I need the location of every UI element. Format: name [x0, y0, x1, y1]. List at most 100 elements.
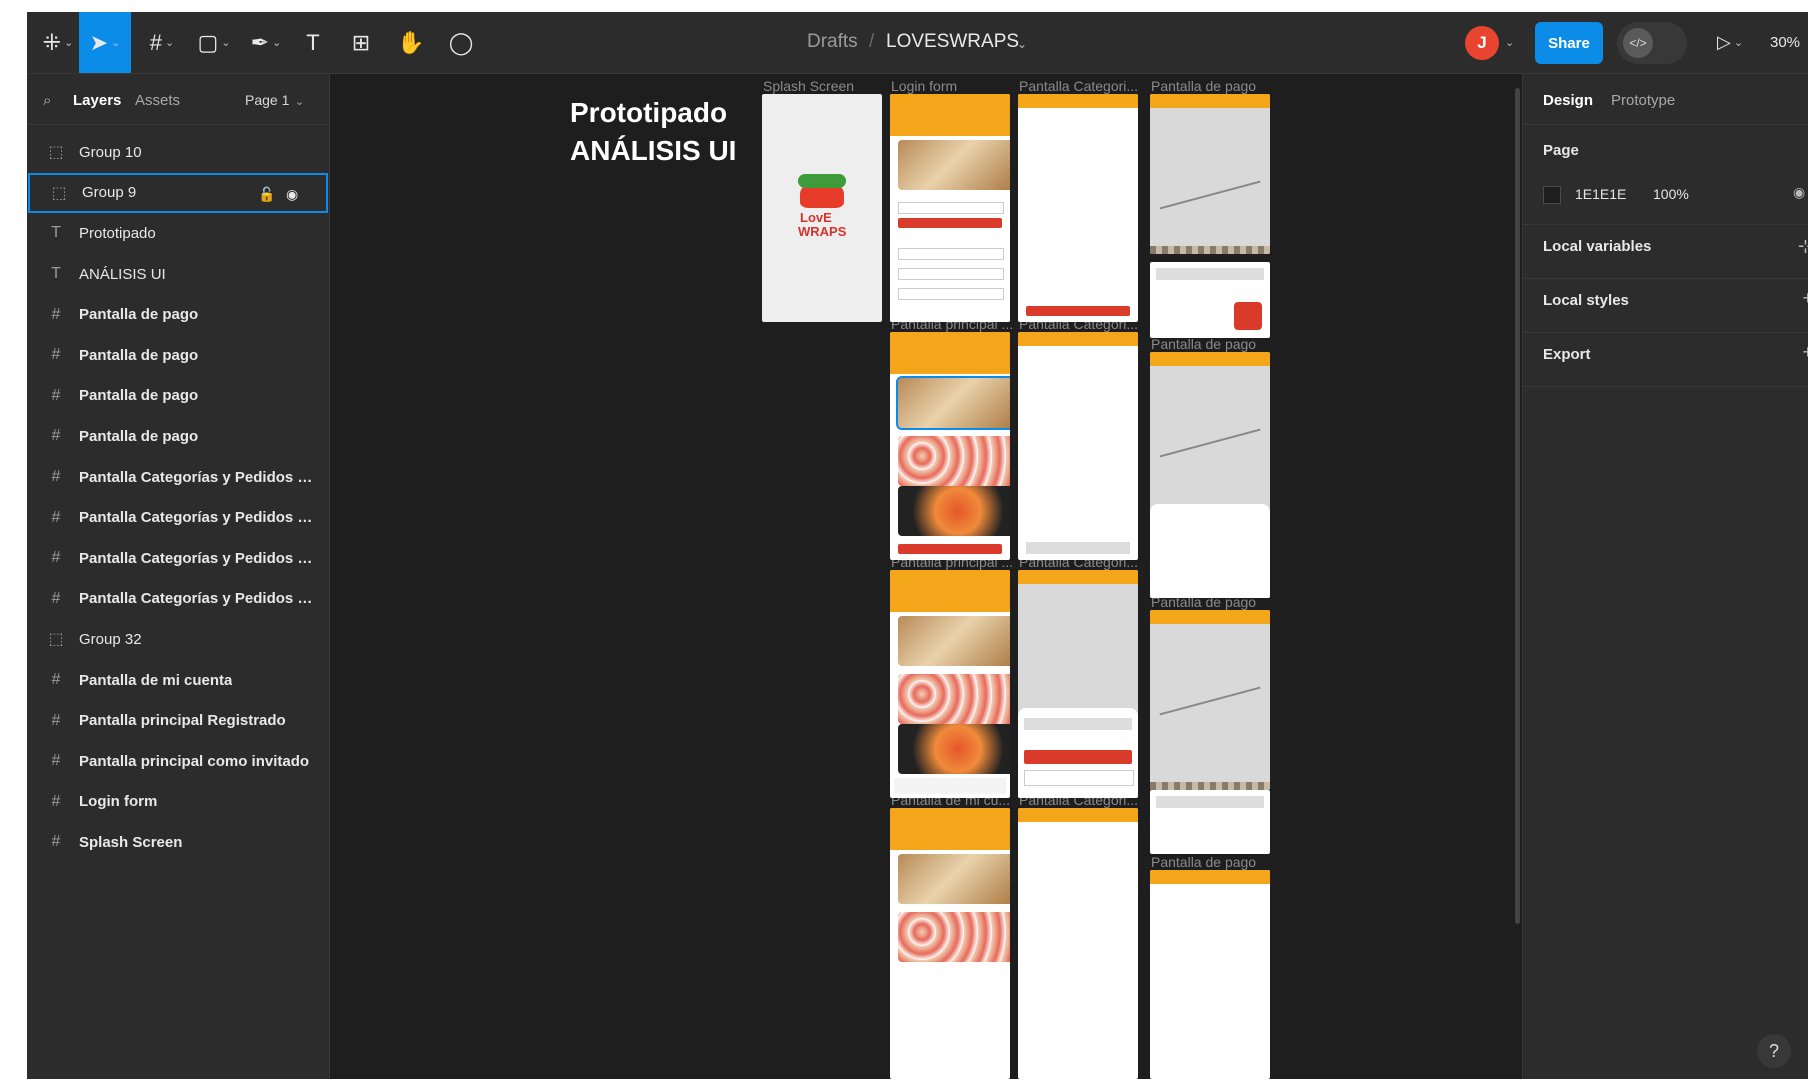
frame-pantalla-principal-invitado[interactable] [890, 332, 1010, 560]
user-bar [894, 778, 1006, 794]
text-icon: T [51, 224, 61, 242]
layer-row[interactable]: # Pantalla principal Registrado [27, 700, 329, 741]
layer-row[interactable]: # Pantalla de pago [27, 416, 329, 457]
breadcrumb-drafts[interactable]: Drafts [807, 31, 858, 53]
chevron-down-icon[interactable]: ⌄ [1505, 36, 1514, 49]
frame-pantalla-categorias[interactable] [1018, 570, 1138, 798]
page-opacity-value[interactable]: 100% [1653, 186, 1689, 202]
layer-row[interactable]: ⬚ Group 10 [27, 132, 329, 173]
eye-icon[interactable]: ◉ [286, 186, 298, 203]
avatar[interactable]: J [1465, 26, 1499, 60]
frame-pantalla-mi-cuenta[interactable] [890, 808, 1010, 1079]
canvas-title-text[interactable]: Prototipado ANÁLISIS UI [570, 94, 736, 170]
add-icon[interactable]: + [1802, 342, 1808, 363]
app-header [890, 94, 1010, 136]
comment-tool-button[interactable]: ◯ [441, 12, 481, 73]
pen-tool-button[interactable]: ✒ ⌄ [243, 12, 289, 73]
zoom-level[interactable]: 30% [1770, 34, 1800, 51]
local-variables-label[interactable]: Local variables [1543, 238, 1651, 255]
frame-pantalla-categorias[interactable] [1018, 94, 1138, 322]
group-icon: ⬚ [51, 184, 67, 202]
layer-row[interactable]: T ANÁLISIS UI [27, 254, 329, 295]
tab-layers[interactable]: Layers [73, 92, 121, 109]
canvas-scrollbar[interactable] [1515, 88, 1520, 924]
frame-pantalla-categorias[interactable] [1018, 808, 1138, 1079]
move-tool-button[interactable]: ➤ ⌄ [79, 12, 131, 73]
frame-pantalla-de-pago[interactable] [1150, 262, 1270, 338]
layer-row[interactable]: # Pantalla Categorías y Pedidos Re... [27, 497, 329, 538]
add-icon[interactable]: + [1802, 288, 1808, 309]
local-styles-label[interactable]: Local styles [1543, 292, 1629, 309]
layer-name: Pantalla principal Registrado [79, 712, 286, 730]
layer-name: Prototipado [79, 224, 156, 242]
chevron-down-icon: ⌄ [111, 37, 121, 49]
frame-label-pago[interactable]: Pantalla de pago [1151, 336, 1256, 352]
frame-pantalla-de-pago[interactable] [1150, 870, 1270, 1079]
layer-row[interactable]: ⬚ Group 9 🔓 ◉ [28, 172, 328, 214]
layer-name: Group 10 [79, 143, 142, 161]
chevron-down-icon[interactable]: ⌄ [295, 95, 304, 108]
share-button[interactable]: Share [1535, 22, 1603, 64]
frame-login-form[interactable] [890, 94, 1010, 322]
frame-tool-button[interactable]: # ⌄ [139, 12, 185, 73]
frame-pantalla-de-pago[interactable] [1150, 352, 1270, 598]
layer-row[interactable]: # Pantalla de pago [27, 376, 329, 417]
present-button[interactable]: ▷ ⌄ [1707, 12, 1753, 73]
tab-assets[interactable]: Assets [135, 92, 180, 109]
chevron-down-icon[interactable]: ⌄ [1017, 37, 1027, 51]
hash-icon: # [51, 549, 61, 567]
frame-splash-screen[interactable]: LovE WRAPS [762, 94, 882, 322]
layer-name: Splash Screen [79, 833, 183, 851]
layer-row[interactable]: T Prototipado [27, 213, 329, 254]
layer-row[interactable]: # Pantalla Categorías y Pedidos Re... [27, 457, 329, 498]
layer-row[interactable]: ⬚ Group 32 [27, 619, 329, 660]
text-tool-button[interactable]: T [293, 12, 333, 73]
design-canvas[interactable]: Prototipado ANÁLISIS UI Splash Screen Lo… [330, 74, 1521, 1079]
frame-pantalla-de-pago[interactable] [1150, 790, 1270, 854]
group-icon: ⬚ [48, 144, 64, 162]
frame-label-pago[interactable]: Pantalla de pago [1151, 78, 1256, 94]
variables-icon[interactable]: ⊹ [1798, 236, 1808, 257]
frame-label-pago[interactable]: Pantalla de pago [1151, 854, 1256, 870]
file-name[interactable]: LOVESWRAPS [886, 31, 1019, 53]
layer-row[interactable]: # Splash Screen [27, 822, 329, 863]
layer-row[interactable]: # Login form [27, 782, 329, 823]
divider [1523, 332, 1808, 333]
tab-prototype[interactable]: Prototype [1611, 92, 1675, 109]
page-color-value[interactable]: 1E1E1E [1575, 186, 1626, 202]
layer-name: Pantalla de pago [79, 346, 199, 364]
frame-pantalla-principal-registrado[interactable] [890, 570, 1010, 798]
frame-label-splash[interactable]: Splash Screen [763, 78, 854, 94]
layer-row[interactable]: # Pantalla Categorías y Pedidos Re... [27, 538, 329, 579]
page-selector[interactable]: Page 1 [245, 92, 289, 108]
cancel-button [1024, 770, 1134, 786]
layer-row[interactable]: # Pantalla de mi cuenta [27, 660, 329, 701]
layer-row[interactable]: # Pantalla de pago [27, 294, 329, 335]
frame-label-categorias[interactable]: Pantalla Categori... [1019, 78, 1138, 94]
resources-tool-button[interactable]: ⊞ [341, 12, 381, 73]
frame-pantalla-de-pago[interactable] [1150, 94, 1270, 254]
tab-design[interactable]: Design [1543, 92, 1593, 109]
layer-row[interactable]: # Pantalla de pago [27, 335, 329, 376]
pointer-icon: ➤ [89, 29, 109, 55]
export-label[interactable]: Export [1543, 346, 1591, 363]
divider-wave [1150, 782, 1270, 790]
dev-mode-toggle[interactable]: </> [1617, 22, 1687, 64]
layer-row[interactable]: # Pantalla Categorías y Pedidos Re... [27, 579, 329, 620]
help-button[interactable]: ? [1757, 1034, 1791, 1068]
food-photo [898, 436, 1010, 486]
chevron-down-icon: ⌄ [1733, 37, 1744, 49]
login-prompt-button [1026, 306, 1130, 316]
layer-name: Group 32 [79, 630, 142, 648]
frame-label-login[interactable]: Login form [891, 78, 957, 94]
shape-tool-button[interactable]: ▢ ⌄ [191, 12, 237, 73]
layer-row[interactable]: # Pantalla principal como invitado [27, 741, 329, 782]
frame-pantalla-categorias[interactable] [1018, 332, 1138, 560]
page-color-swatch[interactable] [1543, 186, 1561, 204]
main-menu-button[interactable]: ⁜ ⌄ [35, 12, 81, 73]
frame-pantalla-de-pago[interactable] [1150, 610, 1270, 790]
hand-tool-button[interactable]: ✋ [391, 12, 431, 73]
search-icon[interactable]: ⌕ [43, 92, 51, 109]
unlock-icon[interactable]: 🔓 [258, 186, 275, 203]
eye-icon[interactable]: ◉ [1793, 184, 1805, 201]
